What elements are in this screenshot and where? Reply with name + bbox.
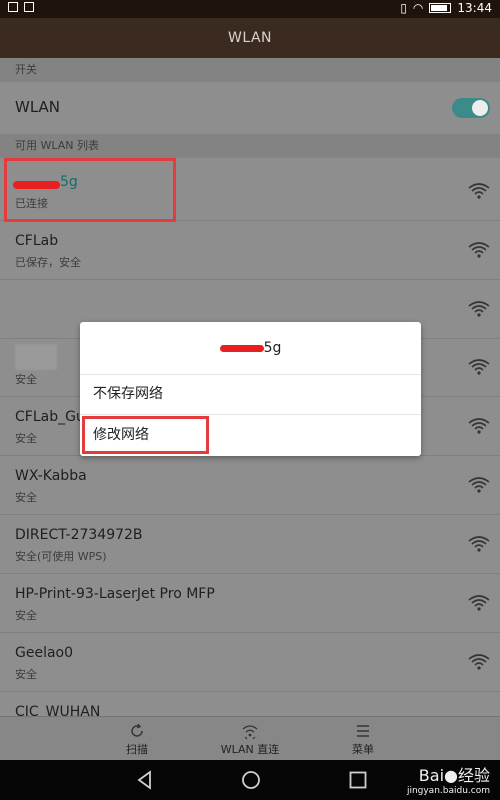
status-bar: ▯ ◠ 13:44 xyxy=(0,0,500,18)
network-name: CFLab xyxy=(15,233,59,249)
page-title-bar: WLAN xyxy=(0,18,500,58)
network-name: WX-Kabba xyxy=(15,468,87,484)
network-status: 安全 xyxy=(15,432,37,445)
network-name: Geelao0 xyxy=(15,645,74,661)
home-icon[interactable] xyxy=(241,770,261,790)
wifi-status-icon: ◠ xyxy=(412,1,424,15)
watermark-paw-icon: ● xyxy=(444,766,458,785)
network-name: DIRECT-2734972B xyxy=(15,527,143,543)
network-status: 安全(可使用 WPS) xyxy=(15,550,107,563)
wlan-toggle-row[interactable]: WLAN xyxy=(0,82,500,135)
battery-icon xyxy=(429,3,452,13)
wifi-signal-icon xyxy=(468,241,490,259)
dialog-title-text: 5g xyxy=(263,340,282,356)
network-status: 安全 xyxy=(15,491,37,504)
wifi-direct-icon xyxy=(241,722,259,740)
notification-icon xyxy=(8,2,18,12)
wifi-signal-icon xyxy=(468,535,490,553)
dialog-title: 5g xyxy=(80,322,421,375)
network-item[interactable]: DIRECT-2734972B 安全(可使用 WPS) xyxy=(0,515,500,574)
network-list-header: 可用 WLAN 列表 xyxy=(0,134,500,158)
network-item[interactable]: CIC_WUHAN xyxy=(0,692,500,716)
recent-apps-icon[interactable] xyxy=(348,770,368,790)
wlan-direct-label: WLAN 直连 xyxy=(220,743,280,756)
vibrate-icon: ▯ xyxy=(400,1,407,15)
wifi-signal-icon xyxy=(468,594,490,612)
network-status: 安全 xyxy=(15,609,37,622)
wifi-signal-icon xyxy=(468,476,490,494)
forget-network-button[interactable]: 不保存网络 xyxy=(80,374,421,415)
refresh-icon xyxy=(128,722,146,740)
page-title: WLAN xyxy=(227,30,272,46)
watermark-brand: Bai xyxy=(418,766,445,785)
wifi-signal-icon xyxy=(468,358,490,376)
highlight-modify-network xyxy=(82,416,209,454)
network-item[interactable]: WX-Kabba 安全 xyxy=(0,456,500,515)
wlan-direct-button[interactable]: WLAN 直连 xyxy=(195,717,305,761)
back-icon[interactable] xyxy=(135,770,155,790)
status-left-icons xyxy=(8,2,34,12)
network-status: 安全 xyxy=(15,668,37,681)
network-item[interactable]: HP-Print-93-LaserJet Pro MFP 安全 xyxy=(0,574,500,633)
network-item[interactable]: Geelao0 安全 xyxy=(0,633,500,692)
network-name: HP-Print-93-LaserJet Pro MFP xyxy=(15,586,215,602)
bottom-action-bar: 扫描 WLAN 直连 菜单 xyxy=(0,716,500,761)
scan-button[interactable]: 扫描 xyxy=(82,717,192,761)
blurred-network-name xyxy=(15,344,57,370)
switch-section-header: 开关 xyxy=(0,58,500,82)
status-right-icons: ▯ ◠ 13:44 xyxy=(400,1,492,15)
wlan-toggle-label: WLAN xyxy=(15,98,61,116)
wifi-signal-icon xyxy=(468,300,490,318)
menu-label: 菜单 xyxy=(352,743,374,756)
network-status: 已保存，安全 xyxy=(15,256,81,269)
scan-label: 扫描 xyxy=(126,743,148,756)
redacted-name-mark xyxy=(219,344,264,352)
status-time: 13:44 xyxy=(457,1,492,15)
network-status: 安全 xyxy=(15,373,37,386)
wifi-signal-icon xyxy=(468,653,490,671)
network-item[interactable]: CFLab 已保存，安全 xyxy=(0,221,500,280)
baidu-watermark: Bai●经验 jingyan.baidu.com xyxy=(407,762,490,796)
menu-button[interactable]: 菜单 xyxy=(308,717,418,761)
network-name: CIC_WUHAN xyxy=(15,704,101,716)
highlight-connected-network xyxy=(4,158,176,222)
watermark-url: jingyan.baidu.com xyxy=(406,786,490,796)
wifi-signal-icon xyxy=(468,417,490,435)
watermark-brand2: 经验 xyxy=(457,766,490,785)
wifi-signal-icon xyxy=(468,182,490,200)
menu-icon xyxy=(354,722,372,740)
image-notification-icon xyxy=(24,2,34,12)
wlan-toggle-switch[interactable] xyxy=(452,98,490,118)
